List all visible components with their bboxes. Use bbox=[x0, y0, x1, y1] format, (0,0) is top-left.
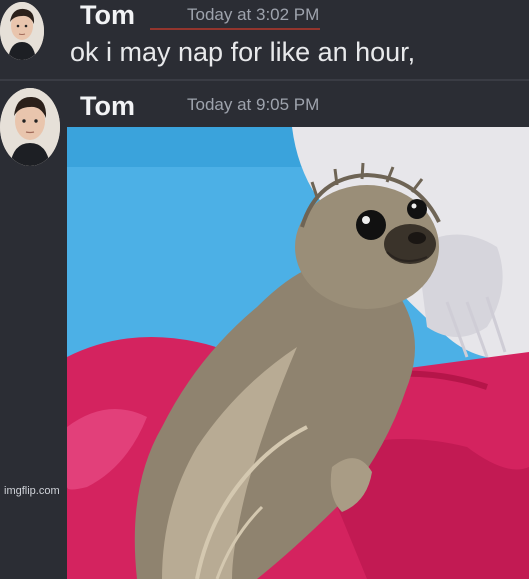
avatar-image bbox=[0, 88, 60, 166]
divider-line bbox=[150, 28, 320, 30]
username[interactable]: Tom bbox=[80, 0, 135, 31]
message-text: ok i may nap for like an hour, bbox=[70, 37, 416, 67]
image-attachment[interactable] bbox=[67, 127, 529, 579]
timestamp: Today at 9:05 PM bbox=[187, 95, 320, 114]
imgflip-watermark: imgflip.com bbox=[4, 485, 60, 497]
message-2: Tom Today at 9:05 PM bbox=[0, 80, 529, 579]
username[interactable]: Tom bbox=[80, 91, 135, 122]
avatar-image bbox=[0, 2, 44, 60]
timestamp: Today at 3:02 PM bbox=[187, 5, 320, 24]
message-1: Tom Today at 3:02 PM ok i may nap for li… bbox=[0, 0, 529, 80]
seal-pup-photo bbox=[67, 127, 529, 579]
avatar[interactable] bbox=[0, 88, 60, 166]
avatar[interactable] bbox=[0, 2, 44, 60]
